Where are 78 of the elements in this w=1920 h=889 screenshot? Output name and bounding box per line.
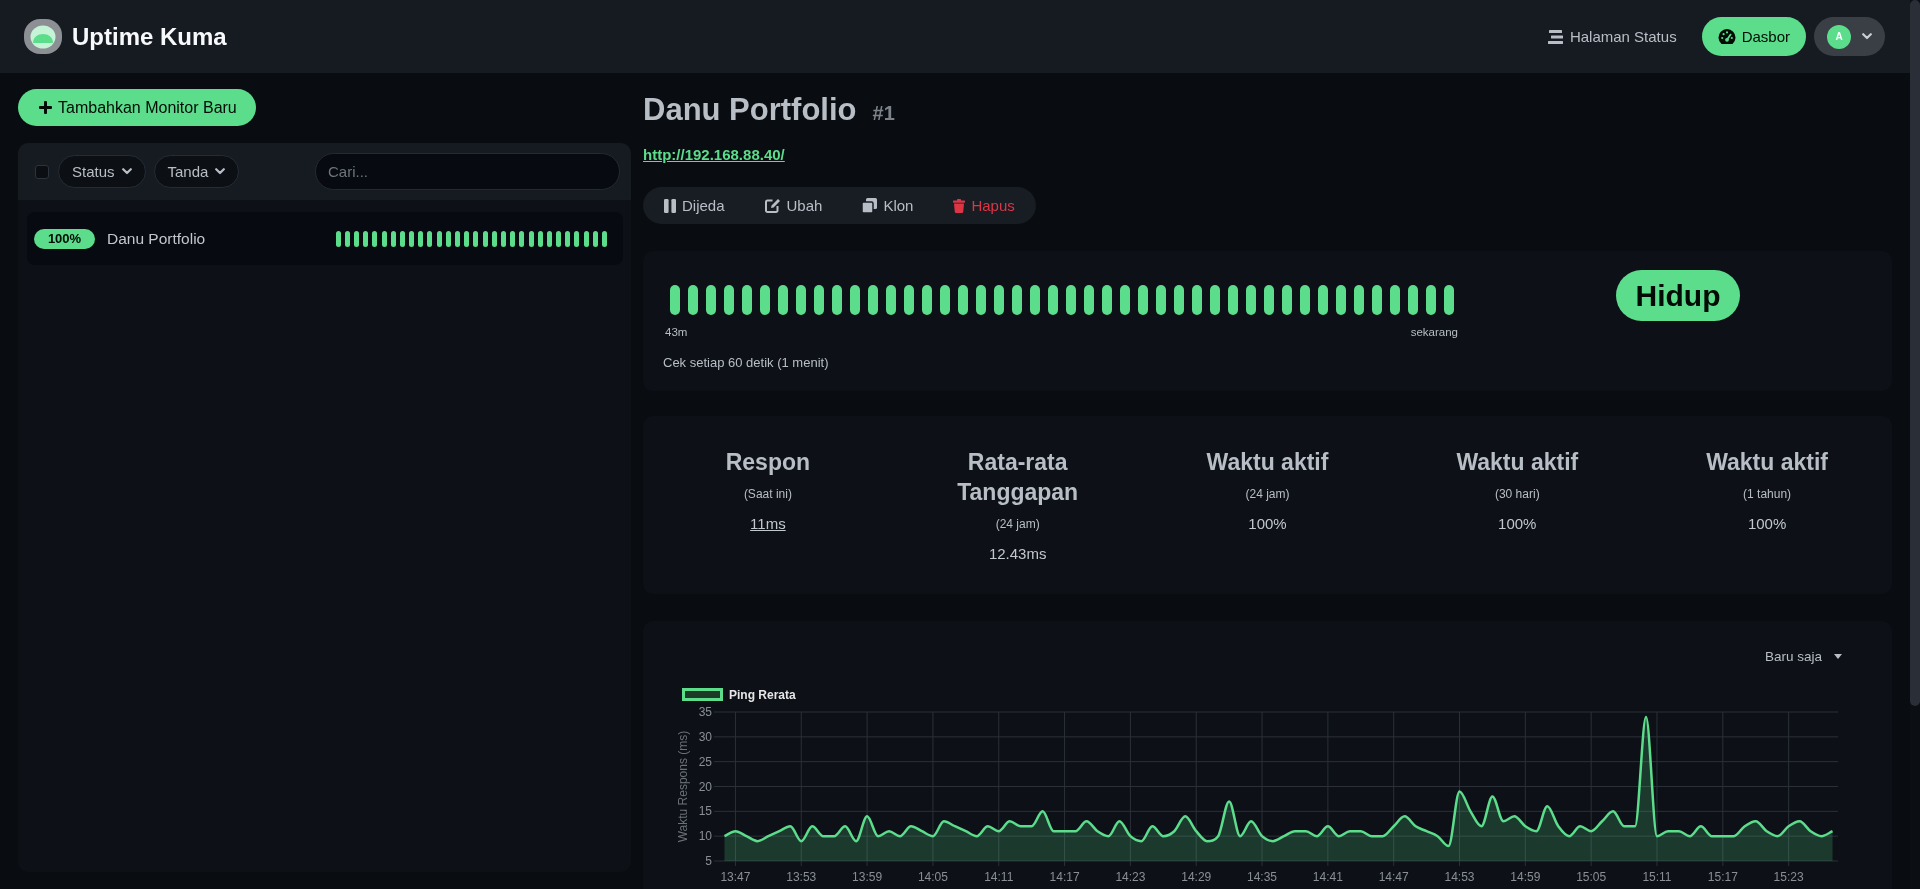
- pause-button[interactable]: Dijeda: [644, 187, 745, 224]
- avatar: A: [1827, 24, 1851, 49]
- logo-icon: [24, 19, 62, 54]
- status-page-link[interactable]: Halaman Status: [1547, 26, 1677, 47]
- pencil-square-icon: [764, 198, 781, 213]
- filter-dropdown[interactable]: Tanda: [153, 155, 240, 188]
- gauge-icon: [1717, 29, 1736, 44]
- app-title: Uptime Kuma: [72, 21, 227, 52]
- stat-subtitle: (1 tahun): [1743, 486, 1792, 502]
- y-tick-label: 5: [705, 854, 712, 868]
- x-tick-label: 14:53: [1444, 870, 1475, 884]
- x-tick-label: 13:59: [852, 870, 883, 884]
- y-tick-label: 20: [698, 779, 712, 794]
- scrollbar-thumb[interactable]: [1910, 0, 1920, 706]
- add-monitor-button[interactable]: Tambahkan Monitor Baru: [18, 89, 256, 126]
- x-tick-label: 14:47: [1378, 870, 1409, 884]
- monitor-title: Danu Portfolio: [643, 92, 857, 128]
- x-tick-label: 14:59: [1510, 870, 1541, 884]
- time-label: 43m: [665, 325, 688, 339]
- y-axis-title: Waktu Respons (ms): [676, 730, 690, 843]
- monitor-url-link[interactable]: http://192.168.88.40/: [643, 145, 785, 165]
- uptime-badge: 100%: [34, 228, 95, 249]
- stat-title: Waktu aktif: [1456, 448, 1579, 477]
- x-tick-label: 15:23: [1773, 870, 1804, 884]
- status-badge: Hidup: [1615, 270, 1741, 321]
- stat-value: 100%: [1248, 514, 1287, 534]
- x-tick-label: 14:05: [917, 870, 948, 884]
- caret-down-icon: [1834, 653, 1842, 659]
- clone-button[interactable]: Klon: [842, 187, 934, 224]
- stat-value: 100%: [1747, 514, 1787, 534]
- plus-icon: [39, 101, 52, 114]
- monitor-list-item[interactable]: 100% Danu Portfolio: [27, 212, 623, 265]
- monitor-name: Danu Portfolio: [107, 229, 206, 248]
- stat-value: 12.43ms: [988, 544, 1047, 564]
- x-tick-label: 14:11: [984, 870, 1014, 884]
- stat-title: Respon: [725, 448, 811, 477]
- x-tick-label: 14:23: [1115, 870, 1146, 884]
- stat-subtitle: (24 jam): [1245, 486, 1290, 502]
- x-tick-label: 14:17: [1049, 870, 1080, 884]
- stat-value-link[interactable]: 11ms: [750, 514, 786, 534]
- filter-dropdown[interactable]: Status: [58, 155, 146, 188]
- x-tick-label: 14:29: [1181, 870, 1212, 884]
- search-field[interactable]: Cari...: [315, 153, 620, 190]
- x-tick-label: 13:53: [786, 870, 817, 884]
- x-tick-label: 13:47: [720, 870, 751, 884]
- copy-icon: [862, 198, 878, 213]
- time-label: sekarang: [1410, 325, 1458, 339]
- x-tick-label: 15:11: [1642, 870, 1672, 884]
- delete-button[interactable]: Hapus: [933, 187, 1035, 224]
- trash-icon: [953, 198, 966, 213]
- stat-title: Waktu aktif: [1206, 448, 1329, 477]
- stat-title: Rata-rata Tanggapan: [956, 448, 1080, 507]
- dashboard-button[interactable]: Dasbor: [1701, 17, 1806, 56]
- y-tick-label: 35: [698, 705, 712, 719]
- x-tick-label: 15:05: [1576, 870, 1607, 884]
- range-dropdown[interactable]: Baru saja: [1764, 645, 1842, 667]
- y-tick-label: 15: [698, 804, 712, 819]
- y-tick-label: 10: [698, 829, 712, 844]
- select-all-checkbox[interactable]: [35, 164, 49, 179]
- y-tick-label: 25: [698, 754, 712, 769]
- stat-subtitle: (Saat ini): [743, 486, 792, 502]
- stat-subtitle: (24 jam): [995, 516, 1040, 532]
- stat-value: 100%: [1498, 514, 1537, 534]
- chevron-down-icon: [215, 168, 226, 175]
- chevron-down-icon: [1862, 33, 1872, 40]
- pause-icon: [664, 198, 676, 213]
- monitor-id: #1: [872, 102, 895, 125]
- x-tick-label: 14:41: [1312, 870, 1343, 884]
- chevron-down-icon: [121, 168, 132, 175]
- stat-subtitle: (30 hari): [1494, 486, 1540, 502]
- stat-title: Waktu aktif: [1706, 448, 1828, 477]
- legend-label: Ping Rerata: [729, 687, 796, 702]
- edit-button[interactable]: Ubah: [744, 187, 843, 224]
- bars-icon: [1547, 29, 1563, 44]
- check-interval-text: Cek setiap 60 detik (1 menit): [663, 354, 829, 371]
- x-tick-label: 14:35: [1247, 870, 1278, 884]
- x-tick-label: 15:17: [1707, 870, 1738, 884]
- y-tick-label: 30: [698, 729, 712, 744]
